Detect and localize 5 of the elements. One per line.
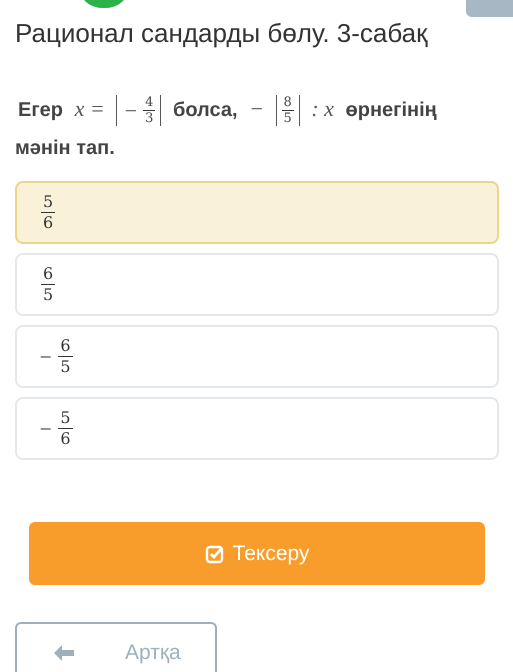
lesson-title: Рационал сандарды бөлу. 3-сабақ	[15, 17, 429, 50]
arrow-left-icon	[53, 644, 75, 662]
answer-option[interactable]: 5 6	[15, 181, 499, 244]
checkbox-icon	[204, 544, 225, 564]
answer-option[interactable]: 6 5	[15, 253, 499, 316]
